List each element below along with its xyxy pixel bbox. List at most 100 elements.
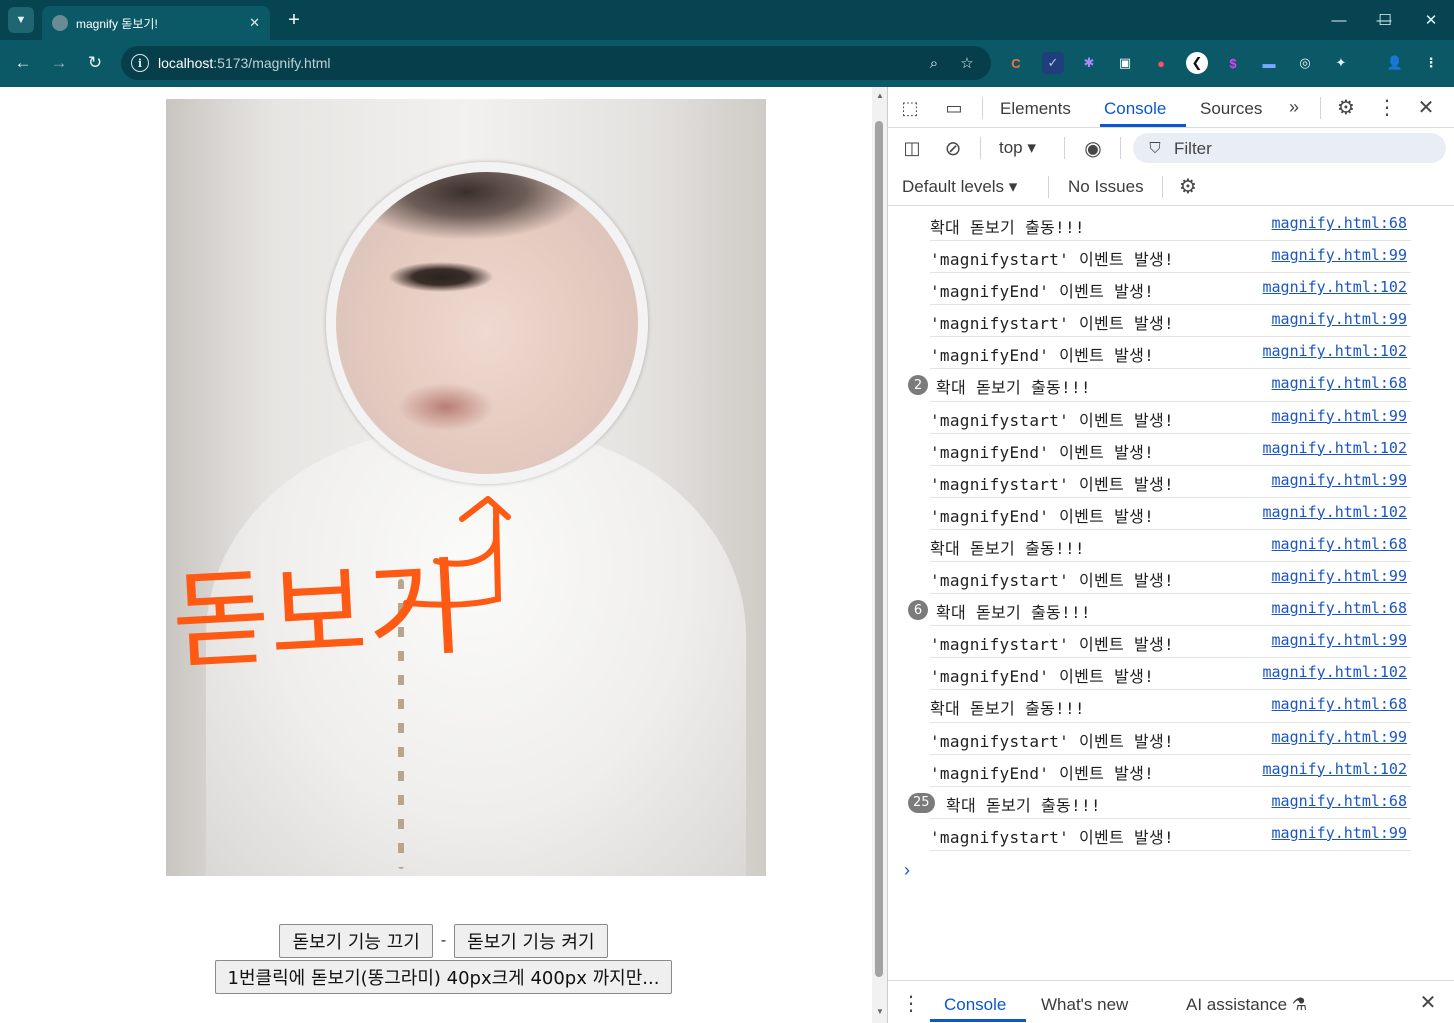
minimize-icon[interactable]: — <box>1316 4 1362 36</box>
log-source-link[interactable]: magnify.html:99 <box>1272 728 1407 746</box>
devtools-drawer: ⋮ Console What's new AI assistance ⚗ ✕ <box>888 980 1454 1023</box>
log-source-link[interactable]: magnify.html:102 <box>1263 503 1408 521</box>
toolbar-divider <box>1320 97 1321 119</box>
log-message: 확대 돋보기 출동!!! <box>930 538 1085 558</box>
extension-gear-icon[interactable]: ✱ <box>1078 52 1100 74</box>
extension-back-icon[interactable]: ❮ <box>1186 52 1208 74</box>
log-source-link[interactable]: magnify.html:102 <box>1263 663 1408 681</box>
arrow-head <box>459 496 511 522</box>
log-source-link[interactable]: magnify.html:68 <box>1272 599 1407 617</box>
console-log-row: 'magnifyEnd' 이벤트 발생! magnify.html:102 <box>888 337 1454 370</box>
maximize-icon[interactable]: ☐ <box>1362 4 1408 36</box>
console-settings-gear-icon[interactable]: ⚙ <box>1175 173 1201 199</box>
flask-icon: ⚗ <box>1291 995 1308 1014</box>
extension-bar-icon[interactable]: ▬ <box>1258 52 1280 74</box>
settings-gear-icon[interactable]: ⚙ <box>1333 94 1359 120</box>
annotation-text: 돋보기 <box>169 546 468 684</box>
zoom-icon[interactable]: ⌕ <box>924 53 944 73</box>
close-tab-icon[interactable]: ✕ <box>249 15 260 31</box>
tab-console[interactable]: Console <box>1104 99 1166 119</box>
scroll-down-arrow[interactable]: ▼ <box>875 1007 885 1017</box>
devtools-tabbar: ⬚ ▭ Elements Console Sources » ⚙ ⋮ ✕ <box>888 87 1454 128</box>
magnifier-on-button[interactable]: 돋보기 기능 켜기 <box>454 924 608 958</box>
log-source-link[interactable]: magnify.html:102 <box>1263 342 1408 360</box>
console-log-row: 'magnifystart' 이벤트 발생! magnify.html:99 <box>888 626 1454 659</box>
inspect-element-icon[interactable]: ⬚ <box>898 96 922 120</box>
extension-dollar-icon[interactable]: $ <box>1222 52 1244 74</box>
scroll-up-arrow[interactable]: ▲ <box>875 91 885 101</box>
browser-menu-icon[interactable]: ⋮ <box>1420 52 1442 74</box>
sidebar-toggle-icon[interactable]: ◫ <box>900 136 924 160</box>
log-source-link[interactable]: magnify.html:99 <box>1272 310 1407 328</box>
close-drawer-icon[interactable]: ✕ <box>1416 990 1440 1014</box>
context-selector[interactable]: top ▾ <box>999 138 1036 158</box>
close-window-icon[interactable]: ✕ <box>1408 4 1454 36</box>
log-source-link[interactable]: magnify.html:99 <box>1272 407 1407 425</box>
more-options-icon[interactable]: ⋮ <box>1375 94 1399 120</box>
log-source-link[interactable]: magnify.html:102 <box>1263 278 1408 296</box>
extensions-puzzle-icon[interactable]: ✦ <box>1330 52 1352 74</box>
log-source-link[interactable]: magnify.html:99 <box>1272 824 1407 842</box>
device-toolbar-icon[interactable]: ▭ <box>942 96 966 120</box>
console-log-row: 확대 돋보기 출동!!! magnify.html:68 <box>888 209 1454 242</box>
issues-counter[interactable]: No Issues <box>1068 177 1144 197</box>
log-source-link[interactable]: magnify.html:68 <box>1272 792 1407 810</box>
log-source-link[interactable]: magnify.html:99 <box>1272 631 1407 649</box>
console-log-row: 6 확대 돋보기 출동!!! magnify.html:68 <box>888 594 1454 627</box>
magnifier-off-button[interactable]: 돋보기 기능 끄기 <box>279 924 433 958</box>
portrait-image[interactable]: 돋보기 <box>166 99 766 876</box>
close-devtools-icon[interactable]: ✕ <box>1413 94 1439 120</box>
drawer-tab-ai-assistance[interactable]: AI assistance ⚗ <box>1186 995 1307 1015</box>
filter-input[interactable]: ⛉ Filter <box>1133 133 1446 163</box>
page-scrollbar[interactable]: ▲ ▼ <box>872 87 887 1023</box>
tab-search-button[interactable]: ▼ <box>8 7 34 33</box>
drawer-menu-icon[interactable]: ⋮ <box>901 991 921 1015</box>
log-source-link[interactable]: magnify.html:99 <box>1272 567 1407 585</box>
extension-target-icon[interactable]: ◎ <box>1294 52 1316 74</box>
new-tab-button[interactable]: + <box>283 7 305 33</box>
log-levels-dropdown[interactable]: Default levels ▾ <box>902 177 1017 197</box>
drawer-tab-whats-new[interactable]: What's new <box>1041 995 1128 1015</box>
bookmark-star-icon[interactable]: ☆ <box>957 53 977 73</box>
console-log-row: 'magnifystart' 이벤트 발생! magnify.html:99 <box>888 723 1454 755</box>
log-message: 'magnifyEnd' 이벤트 발생! <box>930 667 1155 687</box>
scrollbar-thumb[interactable] <box>875 121 883 977</box>
log-message: 'magnifystart' 이벤트 발생! <box>930 635 1174 655</box>
magnifier-size-button[interactable]: 1번클릭에 돋보기(똥그라미) 40px크게 400px 까지만... <box>214 960 673 994</box>
tab-sources[interactable]: Sources <box>1200 99 1262 119</box>
console-log-row: 'magnifyEnd' 이벤트 발생! magnify.html:102 <box>888 755 1454 787</box>
site-info-icon[interactable]: i <box>131 54 149 72</box>
log-source-link[interactable]: magnify.html:68 <box>1272 214 1407 232</box>
log-source-link[interactable]: magnify.html:102 <box>1263 760 1408 778</box>
more-tabs-chevron-icon[interactable]: » <box>1282 95 1306 119</box>
console-prompt[interactable]: › <box>904 860 910 881</box>
devtools-panel: ⬚ ▭ Elements Console Sources » ⚙ ⋮ ✕ ◫ ⊘… <box>887 87 1454 1023</box>
reload-icon[interactable]: ↻ <box>81 49 109 77</box>
extension-window-icon[interactable]: ▣ <box>1114 52 1136 74</box>
clear-console-icon[interactable]: ⊘ <box>941 136 965 160</box>
live-expression-eye-icon[interactable]: ◉ <box>1078 135 1108 161</box>
extension-c-icon[interactable]: C <box>1005 52 1027 74</box>
log-source-link[interactable]: magnify.html:99 <box>1272 246 1407 264</box>
handwritten-annotation: 돋보기 <box>169 496 511 684</box>
log-source-link[interactable]: magnify.html:99 <box>1272 471 1407 489</box>
console-log-row: 'magnifystart' 이벤트 발생! magnify.html:99 <box>888 402 1454 434</box>
address-bar[interactable]: i localhost:5173/magnify.html ⌕ ☆ <box>121 46 991 80</box>
browser-tab[interactable]: magnify 돋보기! ✕ <box>42 6 270 40</box>
extension-dot-icon[interactable]: ● <box>1150 52 1172 74</box>
log-source-link[interactable]: magnify.html:102 <box>1263 439 1408 457</box>
log-source-link[interactable]: magnify.html:68 <box>1272 374 1407 392</box>
tab-elements[interactable]: Elements <box>1000 99 1071 119</box>
extension-check-icon[interactable]: ✓ <box>1042 52 1064 74</box>
log-source-link[interactable]: magnify.html:68 <box>1272 695 1407 713</box>
back-arrow-icon[interactable]: ← <box>9 49 37 77</box>
drawer-tab-console[interactable]: Console <box>944 995 1006 1015</box>
log-message: 확대 돋보기 출동!!! <box>930 218 1085 237</box>
log-message: 'magnifyEnd' 이벤트 발생! <box>930 282 1155 302</box>
log-source-link[interactable]: magnify.html:68 <box>1272 535 1407 553</box>
toolbar-divider <box>1120 137 1121 159</box>
console-log-row: 'magnifyEnd' 이벤트 발생! magnify.html:102 <box>888 273 1454 306</box>
forward-arrow-icon[interactable]: → <box>45 49 73 77</box>
log-message: 'magnifystart' 이벤트 발생! <box>930 731 1174 751</box>
profile-icon[interactable]: 👤 <box>1384 52 1406 74</box>
